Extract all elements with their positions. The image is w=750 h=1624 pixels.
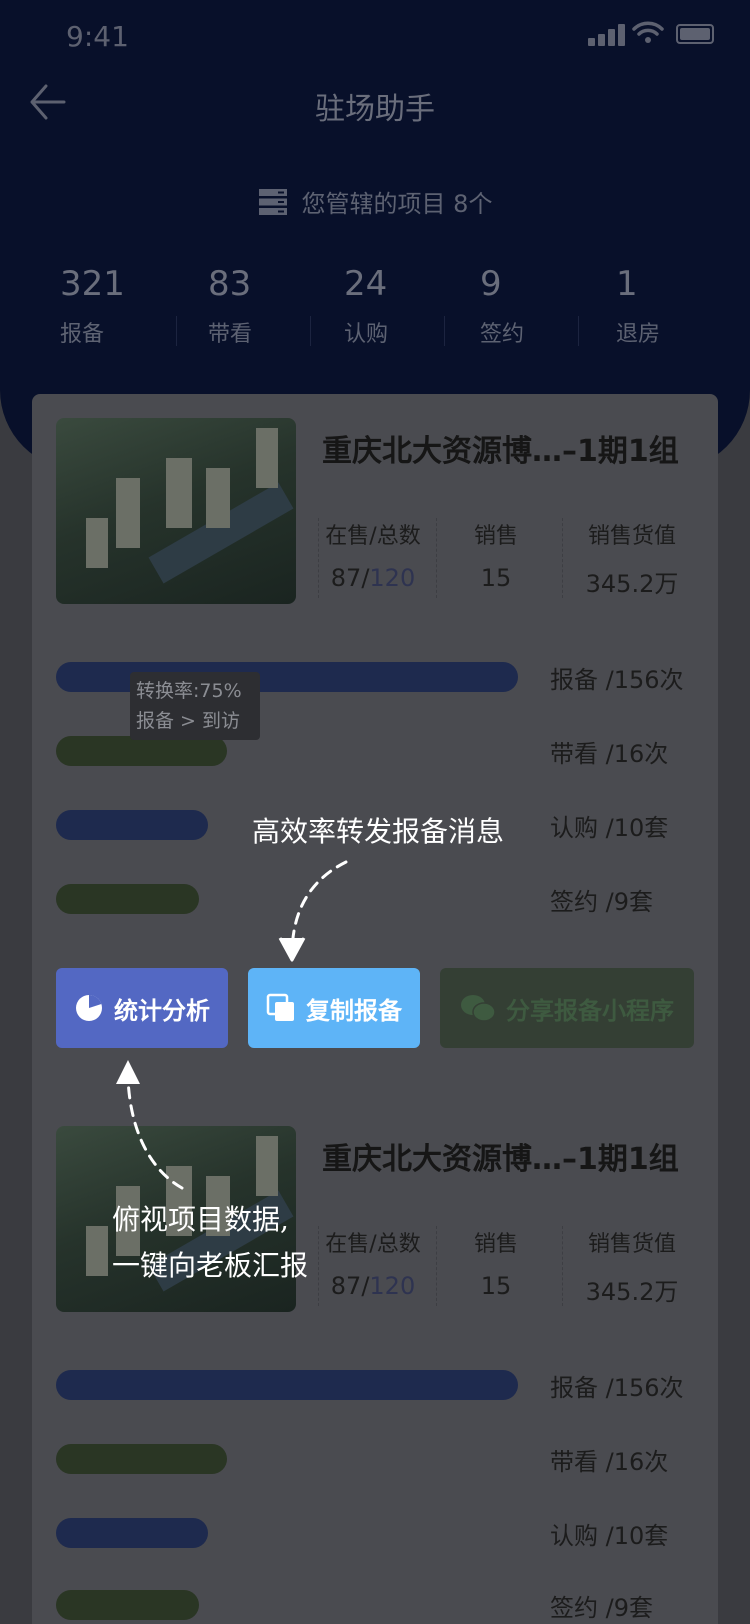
- wechat-icon: [461, 995, 496, 1022]
- funnel-label: 签约 /9套: [550, 888, 653, 916]
- metric-value: 15: [480, 1272, 512, 1300]
- stat-divider: [444, 316, 445, 346]
- funnel-label: 报备 /156次: [550, 1374, 684, 1402]
- stat-divider: [578, 316, 579, 346]
- metric-value: 345.2万: [585, 1278, 679, 1306]
- stat-value: 24: [344, 264, 388, 304]
- metric-label: 在售/总数: [325, 524, 421, 549]
- stat-label: 认购: [344, 322, 389, 347]
- conversion-tooltip: 转换率:75% 报备 > 到访: [130, 672, 260, 740]
- funnel-bar[interactable]: [56, 736, 227, 766]
- stat-report[interactable]: 321 报备: [60, 264, 180, 348]
- stat-label: 签约: [480, 322, 525, 347]
- funnel-label: 签约 /9套: [550, 1594, 653, 1622]
- project-metrics: 在售/总数 87/120 销售 15 销售货值 345.2万: [318, 1226, 698, 1306]
- tooltip-stage: 报备 > 到访: [136, 710, 240, 732]
- managed-label: 您管辖的项目 8个: [301, 190, 493, 218]
- stats-hint-line1: 俯视项目数据,: [112, 1203, 289, 1236]
- copy-report-button[interactable]: 复制报备: [248, 968, 420, 1048]
- share-miniprogram-button[interactable]: 分享报备小程序: [440, 968, 694, 1048]
- stat-label: 报备: [60, 322, 105, 347]
- project-title: 重庆北大资源博…–1期1组: [322, 1142, 679, 1177]
- funnel-row: 报备 /156次: [56, 1368, 696, 1402]
- funnel-row: 签约 /9套: [56, 1588, 696, 1622]
- stat-divider: [176, 316, 177, 346]
- funnel-label: 报备 /156次: [550, 666, 684, 694]
- funnel-row: 认购 /10套: [56, 1516, 696, 1550]
- stat-value: 321: [60, 264, 125, 304]
- funnel-label: 带看 /16次: [550, 1448, 669, 1476]
- managed-projects[interactable]: 您管辖的项目 8个: [0, 184, 750, 219]
- status-bar: 9:41: [0, 0, 750, 70]
- wifi-icon: [632, 21, 664, 43]
- stat-divider: [310, 316, 311, 346]
- stats-analysis-button[interactable]: 统计分析: [56, 968, 228, 1048]
- server-list-icon: [258, 188, 287, 215]
- share-miniprogram-label: 分享报备小程序: [506, 996, 674, 1025]
- metric-value: 87/120: [330, 1272, 416, 1300]
- funnel-bar[interactable]: [56, 1590, 199, 1620]
- metric-divider: [318, 518, 319, 598]
- pie-chart-icon: [76, 994, 102, 1021]
- stat-value: 1: [616, 264, 638, 304]
- copy-hint-annotation: 高效率转发报备消息: [252, 815, 505, 848]
- stat-subscribe[interactable]: 24 认购: [344, 264, 464, 348]
- stat-value: 9: [480, 264, 502, 304]
- stats-analysis-label: 统计分析: [114, 996, 210, 1025]
- project-title: 重庆北大资源博…–1期1组: [322, 434, 679, 469]
- metric-label: 销售货值: [587, 524, 676, 549]
- stat-sign[interactable]: 9 签约: [480, 264, 600, 348]
- metric-sales: 销售 15: [436, 518, 556, 592]
- funnel-label: 带看 /16次: [550, 740, 669, 768]
- funnel-label: 认购 /10套: [550, 814, 669, 842]
- metric-sales-value: 销售货值 345.2万: [562, 518, 702, 599]
- stat-value: 83: [208, 264, 252, 304]
- stats-row: 321 报备 83 带看 24 认购 9 签约 1 退房: [0, 264, 750, 354]
- funnel-label: 认购 /10套: [550, 1522, 669, 1550]
- metric-divider: [318, 1226, 319, 1306]
- funnel-bar[interactable]: [56, 884, 199, 914]
- metric-sales: 销售 15: [436, 1226, 556, 1300]
- metric-sales-value: 销售货值 345.2万: [562, 1226, 702, 1307]
- metric-value: 87/120: [330, 564, 416, 592]
- metric-label: 销售货值: [587, 1232, 676, 1257]
- stat-refund[interactable]: 1 退房: [616, 264, 736, 348]
- funnel-row: 带看 /16次: [56, 1442, 696, 1476]
- page-title: 驻场助手: [315, 92, 435, 127]
- metric-onsale: 在售/总数 87/120: [318, 518, 428, 592]
- funnel-bar[interactable]: [56, 1444, 227, 1474]
- metric-value: 345.2万: [585, 570, 679, 598]
- project-header[interactable]: 重庆北大资源博…–1期1组 在售/总数 87/120 销售 15 销售货值 34…: [56, 418, 696, 618]
- metric-label: 销售: [473, 1232, 518, 1257]
- funnel-bar[interactable]: [56, 1518, 208, 1548]
- funnel-chart: 报备 /156次 带看 /16次 认购 /10套 签约 /9套: [56, 1368, 696, 1624]
- copy-icon: [266, 993, 294, 1021]
- status-time: 9:41: [66, 20, 129, 53]
- project-image: [56, 418, 296, 604]
- funnel-bar[interactable]: [56, 1370, 518, 1400]
- copy-report-label: 复制报备: [306, 996, 402, 1025]
- funnel-row: 签约 /9套: [56, 882, 696, 916]
- metric-label: 销售: [473, 524, 518, 549]
- metric-onsale: 在售/总数 87/120: [318, 1226, 428, 1300]
- stats-hint-line2: 一键向老板汇报: [112, 1249, 309, 1282]
- project-metrics: 在售/总数 87/120 销售 15 销售货值 345.2万: [318, 518, 698, 598]
- funnel-bar[interactable]: [56, 810, 208, 840]
- tooltip-rate: 转换率:75%: [136, 680, 242, 702]
- signal-icon: [588, 24, 628, 46]
- battery-icon: [676, 24, 714, 44]
- funnel-bar[interactable]: [56, 662, 518, 692]
- metric-value: 15: [480, 564, 512, 592]
- stat-label: 退房: [616, 322, 661, 347]
- metric-label: 在售/总数: [325, 1232, 421, 1257]
